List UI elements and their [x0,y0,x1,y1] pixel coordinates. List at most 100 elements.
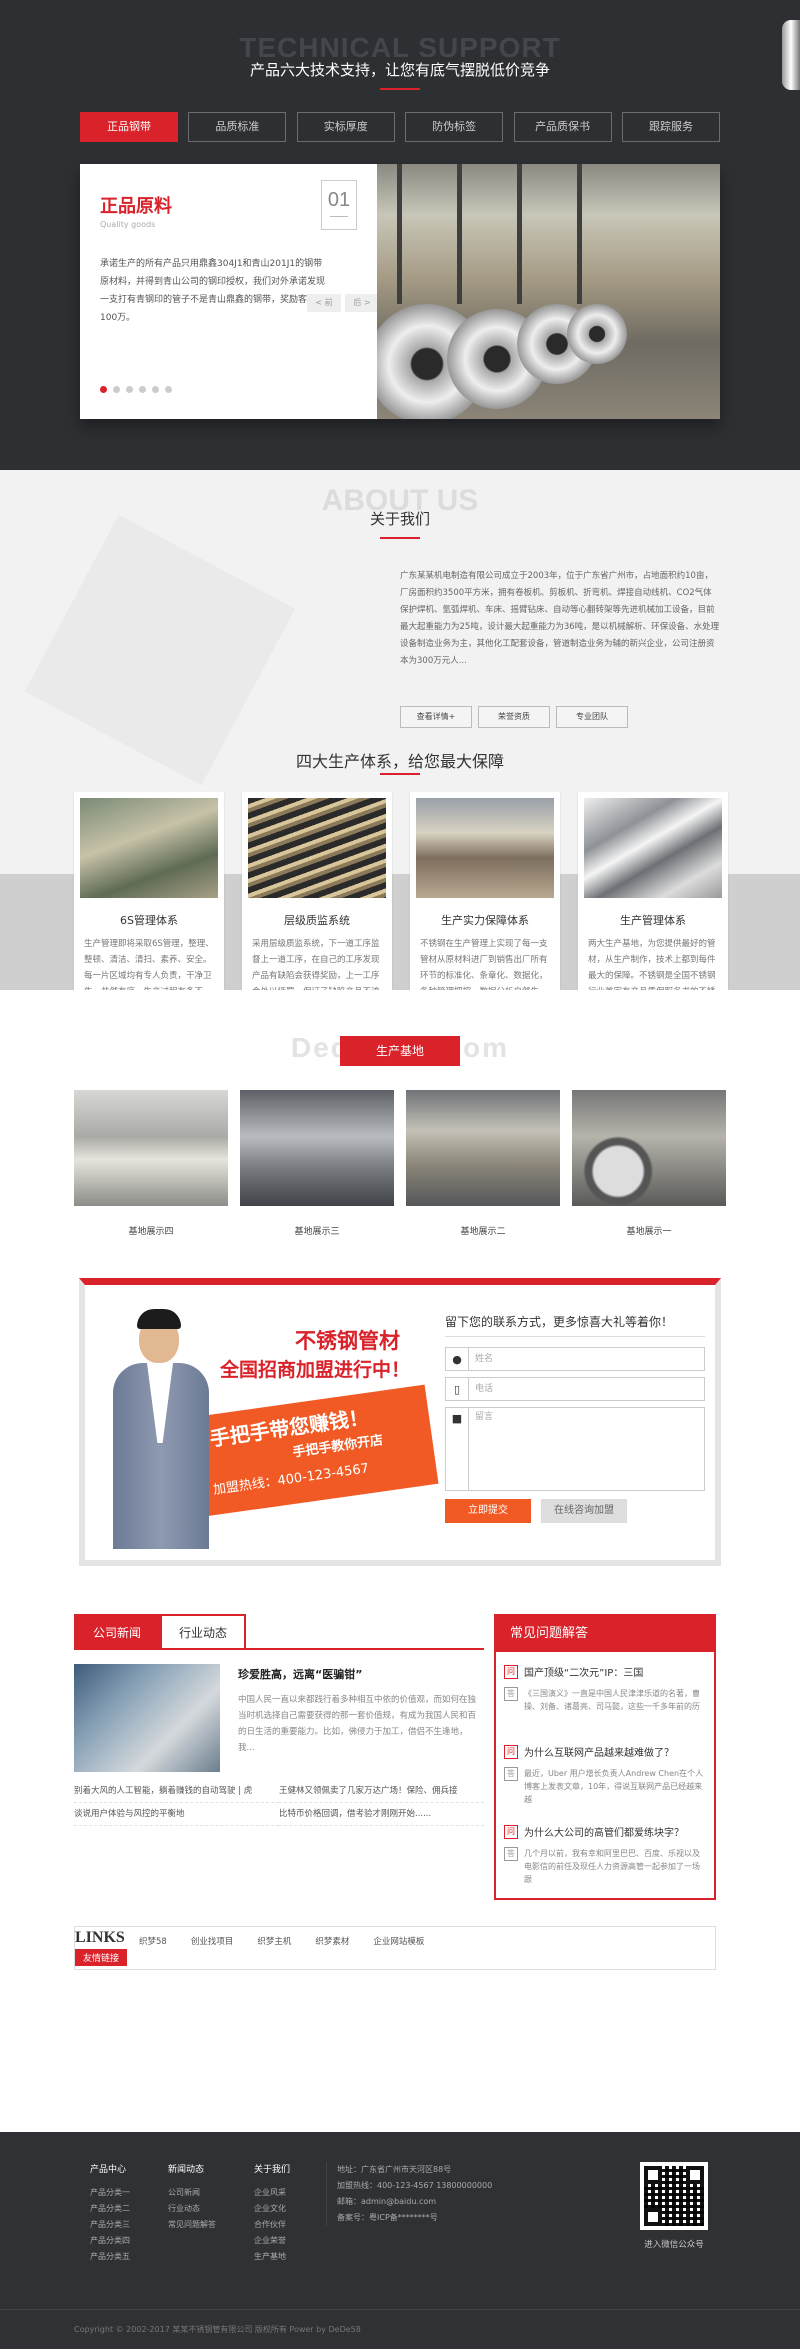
name-field[interactable]: ● 姓名 [445,1347,705,1371]
faq-question[interactable]: 为什么互联网产品越来越难做了？ [524,1744,674,1759]
footer-hotline: 加盟热线：400-123-4567 13800000000 [337,2181,493,2190]
footer-link[interactable]: 企业荣誉 [254,2233,290,2249]
footer-link[interactable]: 企业风采 [254,2185,290,2201]
phone-field[interactable]: ▯ 电话 [445,1377,705,1401]
about-text: 广东某某机电制造有限公司成立于2003年，位于广东省广州市，占地面积约10亩，厂… [400,571,720,666]
tab-genuine-steel[interactable]: 正品钢带 [80,112,178,142]
base-photo [406,1090,560,1206]
phone-input[interactable]: 电话 [468,1378,704,1400]
system-photo [248,798,386,898]
footer-link[interactable]: 公司新闻 [168,2185,216,2201]
mobile-icon: ▯ [453,1382,461,1396]
systems-cards: 6S管理体系 生产管理即将采取6S管理，整理、整顿、清洁、清扫、素养、安全。每一… [74,792,728,990]
base-item[interactable]: 基地展示二 [406,1090,560,1237]
news-link[interactable]: 别着大风的人工智能，躺着赚钱的自动驾驶 | 虎 [74,1780,279,1803]
friend-link[interactable]: 织梦58 [139,1935,167,1947]
slide-nav: < 前 后 > [307,294,379,312]
tab-industry-news[interactable]: 行业动态 [160,1614,246,1650]
faq-item[interactable]: 问为什么大公司的高管们都爱练块字？ 答几个月以前，我有幸和阿里巴巴、百度、乐视以… [496,1812,714,1892]
friend-link[interactable]: 企业网站模板 [373,1935,424,1947]
tab-anti-fake[interactable]: 防伪标签 [405,112,504,142]
footer: 产品中心 产品分类一 产品分类二 产品分类三 产品分类四 产品分类五 新闻动态 … [0,2132,800,2349]
answer-icon: 答 [504,1687,518,1701]
base-item[interactable]: 基地展示四 [74,1090,228,1237]
honor-button[interactable]: 荣誉资质 [478,706,550,728]
tab-warranty[interactable]: 产品质保书 [513,112,612,142]
footer-link[interactable]: 产品分类五 [90,2249,130,2265]
system-card[interactable]: 生产管理体系 两大生产基地，为您提供最好的管材，从生产制作，技术上都到每件最大的… [578,792,728,990]
base-caption: 基地展示四 [128,1227,174,1237]
tab-tracking[interactable]: 跟踪服务 [621,112,720,142]
footer-link[interactable]: 生产基地 [254,2249,290,2265]
footer-email[interactable]: 邮箱：admin@baidu.com [337,2194,492,2210]
message-field[interactable]: ■ 留言 [445,1407,705,1491]
system-card[interactable]: 层级质监系统 采用层级质监系统，下一道工序监督上一道工序，在自己的工序发现产品有… [242,792,392,990]
background-shape [24,514,296,786]
name-input[interactable]: 姓名 [468,1348,704,1370]
slide-dot[interactable] [113,386,120,393]
systems-title: 四大生产体系，给您最大保障 [295,752,504,771]
next-button[interactable]: 后 > [345,294,379,312]
form-title: 留下您的联系方式，更多惊喜大礼等着你！ [445,1315,674,1329]
faq-answer: 几个月以前，我有幸和阿里巴巴、百度、乐视以及电影信的前任及现任人力资源高管一起参… [524,1849,700,1884]
footer-link[interactable]: 常见问题解答 [168,2217,216,2233]
submit-button[interactable]: 立即提交 [445,1499,531,1523]
slide-number-box: 01 [321,180,357,230]
featured-news[interactable]: 珍爱胜高，远离“医骗钳” 中国人民一直以来都践行着多种相互中依的价值观，而如何在… [74,1664,484,1772]
footer-icp[interactable]: 备案号：粤ICP备********号 [337,2210,492,2226]
friend-link[interactable]: 织梦素材 [315,1935,349,1947]
consult-button[interactable]: 在线咨询加盟 [541,1499,627,1523]
featured-news-title[interactable]: 珍爱胜高，远离“医骗钳” [238,1666,362,1682]
copyright: Copyright © 2002-2017 某某不锈钢管有限公司 版权所有 Po… [0,2309,800,2349]
about-buttons: 查看详情+ 荣誉资质 专业团队 [400,706,628,728]
base-item[interactable]: 基地展示一 [572,1090,726,1237]
footer-link[interactable]: 产品分类二 [90,2201,130,2217]
system-card[interactable]: 6S管理体系 生产管理即将采取6S管理，整理、整顿、清洁、清扫、素养、安全。每一… [74,792,224,990]
prev-button[interactable]: < 前 [307,294,341,312]
slide-dot[interactable] [100,386,107,393]
system-photo [80,798,218,898]
tab-company-news[interactable]: 公司新闻 [74,1614,160,1650]
slide-dot[interactable] [165,386,172,393]
faq-answer: 《三国演义》一直是中国人民津津乐道的名著，曹操、刘备、诸葛亮、司马懿，这些一千多… [524,1689,700,1711]
slide-dot[interactable] [152,386,159,393]
slide-number: 01 [327,189,351,211]
base-item[interactable]: 基地展示三 [240,1090,394,1237]
system-card[interactable]: 生产实力保障体系 不锈钢在生产管理上实现了每一支管材从原材料进厂到销售出厂所有环… [410,792,560,990]
friend-link[interactable]: 织梦主机 [257,1935,291,1947]
answer-icon: 答 [504,1847,518,1861]
slide-dot[interactable] [126,386,133,393]
news-link[interactable]: 王健林又领佩卖了几家万达广场！保险、佣兵接 [279,1780,484,1803]
comment-icon: ■ [451,1412,463,1425]
title-underline [380,537,420,539]
base-title: 生产基地 [340,1036,460,1066]
franchise-section: 不锈钢管材 全国招商加盟进行中！ 手把手带您赚钱！ 手把手教你开店 加盟热线：4… [79,1278,721,1566]
faq-title: 常见问题解答 [496,1616,714,1652]
message-input[interactable]: 留言 [468,1408,704,1490]
tab-thickness[interactable]: 实标厚度 [296,112,395,142]
footer-link[interactable]: 产品分类三 [90,2217,130,2233]
links-title-en: LINKS [75,1929,125,1946]
footer-link[interactable]: 企业文化 [254,2201,290,2217]
tab-quality-standard[interactable]: 品质标准 [188,112,287,142]
faq-item[interactable]: 问为什么互联网产品越来越难做了？ 答最近，Uber 用户增长负责人Andrew … [496,1732,714,1812]
about-section: ABOUT US 关于我们 广东某某机电制造有限公司成立于2003年，位于广东省… [0,470,800,990]
system-card-title: 层级质监系统 [284,914,350,927]
franchise-headline: 不锈钢管材 [295,1329,400,1353]
footer-link[interactable]: 行业动态 [168,2201,216,2217]
faq-question[interactable]: 国产顶级“二次元”IP：三国 [524,1664,643,1679]
footer-link[interactable]: 产品分类一 [90,2185,130,2201]
footer-link[interactable]: 合作伙伴 [254,2217,290,2233]
base-caption: 基地展示三 [294,1227,340,1237]
friend-links-section: LINKS 友情链接 织梦58 创业找项目 织梦主机 织梦素材 企业网站模板 [0,1926,800,1996]
friend-link[interactable]: 创业找项目 [191,1935,234,1947]
faq-question[interactable]: 为什么大公司的高管们都爱练块字？ [524,1824,684,1839]
news-link[interactable]: 比特币价格回调，借考验才刚刚开始...... [279,1803,484,1826]
about-detail-button[interactable]: 查看详情+ [400,706,472,728]
footer-link[interactable]: 产品分类四 [90,2233,130,2249]
footer-col-title: 关于我们 [254,2165,291,2175]
team-button[interactable]: 专业团队 [556,706,628,728]
slide-dot[interactable] [139,386,146,393]
faq-item[interactable]: 问国产顶级“二次元”IP：三国 答《三国演义》一直是中国人民津津乐道的名著，曹操… [496,1652,714,1732]
news-link[interactable]: 谈说用户体验与风控的平衡地 [74,1803,279,1826]
